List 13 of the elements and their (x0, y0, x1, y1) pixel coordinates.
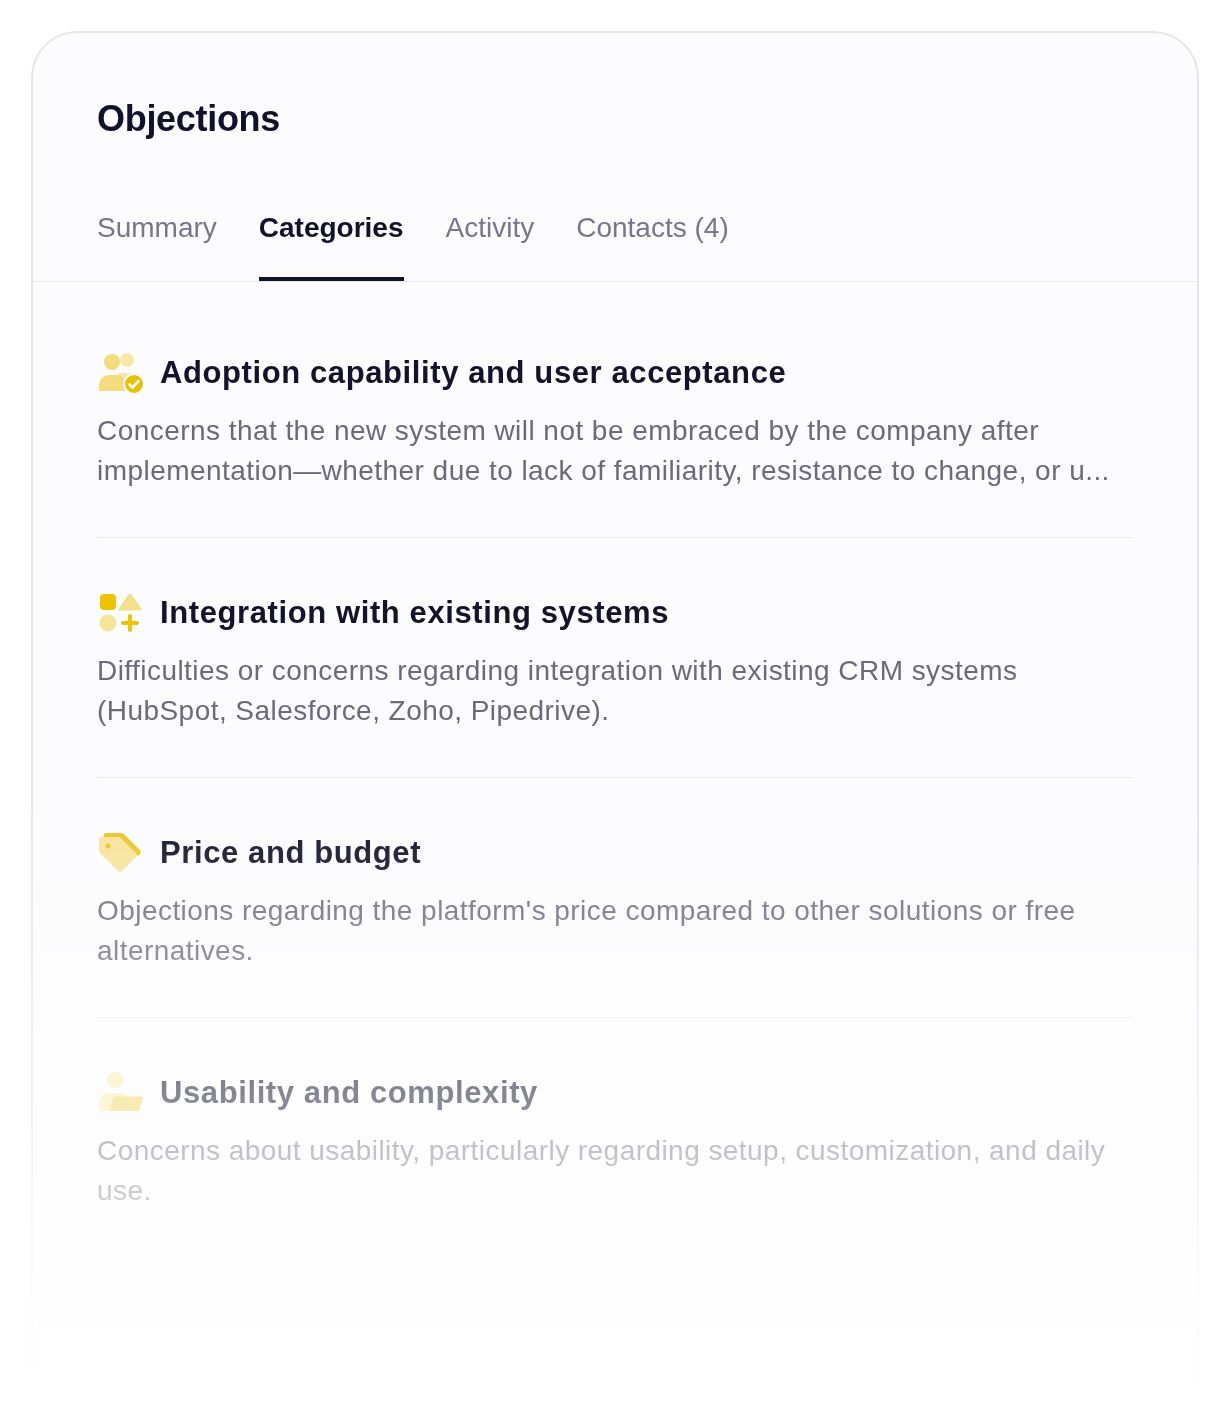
category-title: Price and budget (160, 834, 422, 872)
category-title: Integration with existing systems (160, 594, 670, 632)
tab[interactable]: Summary (97, 211, 217, 281)
people-check-icon (97, 351, 145, 395)
tab[interactable]: Categories (258, 211, 404, 281)
category-description: Objections regarding the platform's price compared to other solutions or free alternatives. (97, 894, 1077, 968)
tab[interactable]: Activity (445, 211, 535, 281)
category-description: Concerns that the new system will not be embraced by the company after implementation—whether due to lack of familiarity, resistance to change, or u... (97, 414, 1111, 488)
category-title: Usability and complexity (160, 1074, 538, 1112)
panel-title: Objections (97, 97, 282, 141)
category-description: Difficulties or concerns regarding integration with existing CRM systems (HubSpot, Salesforce, Zoho, Pipedrive). (97, 654, 1019, 728)
tab[interactable]: Contacts (4) (576, 211, 729, 281)
category-title: Adoption capability and user acceptance (160, 354, 787, 392)
